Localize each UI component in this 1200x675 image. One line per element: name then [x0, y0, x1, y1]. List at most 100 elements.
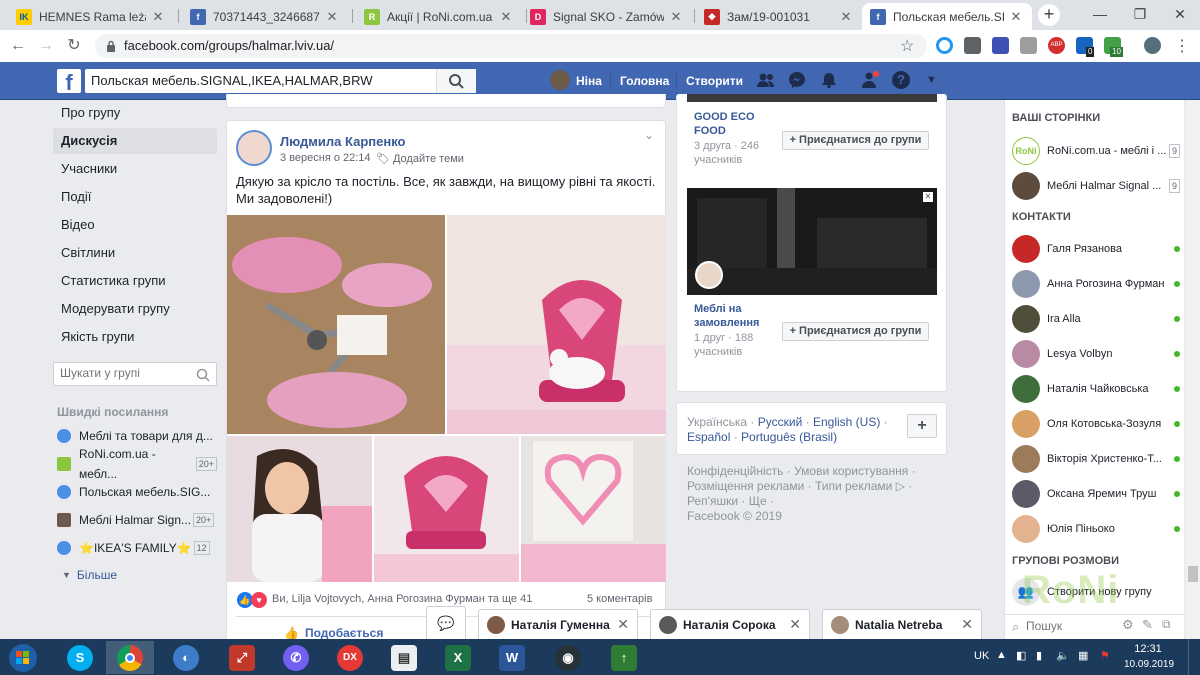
user-name-link[interactable]: Ніна [576, 73, 602, 89]
post-author[interactable]: Людмила Карпенко [280, 134, 406, 149]
nav-moderate-group[interactable]: Модерувати групу [53, 296, 217, 322]
tab-signal[interactable]: D Signal SKO - Zamówieni ✕ [522, 3, 692, 30]
footer-link[interactable]: Розміщення реклами [687, 479, 804, 493]
taskbar-app[interactable]: ↑ [600, 641, 648, 674]
author-avatar[interactable] [236, 130, 272, 166]
bookmark-star-icon[interactable]: ☆ [900, 36, 914, 56]
nav-members[interactable]: Учасники [53, 156, 217, 182]
start-button[interactable] [4, 641, 42, 674]
sidebar-expand-icon[interactable]: ⧉ [1162, 617, 1171, 632]
sidebar-search-input[interactable] [1026, 617, 1116, 635]
tab-order[interactable]: ◆ Зам/19-001031 ✕ [696, 3, 862, 30]
taskbar-chrome[interactable] [106, 641, 154, 674]
chat-close-icon[interactable]: ✕ [789, 616, 801, 633]
suggested-group-cover[interactable] [687, 94, 937, 102]
messenger-icon[interactable] [788, 71, 806, 89]
show-desktop-button[interactable] [1188, 639, 1200, 675]
suggested-group-name[interactable]: GOOD ECO FOOD [694, 110, 764, 138]
tab-close-icon[interactable]: ✕ [150, 9, 166, 25]
user-avatar[interactable] [550, 70, 570, 90]
contact-item[interactable]: Анна Рогозина Фурман [1012, 266, 1180, 301]
post-photo-chair-parts[interactable] [227, 215, 445, 434]
post-options-chevron-icon[interactable]: ⌄ [644, 128, 654, 142]
nav-events[interactable]: Події [53, 184, 217, 210]
language-link[interactable]: English (US) [813, 415, 880, 429]
taskbar-app[interactable]: ▤ [380, 641, 428, 674]
group-search-field[interactable] [53, 362, 217, 386]
new-tab-button[interactable]: + [1038, 4, 1060, 26]
taskbar-skype[interactable]: S [56, 641, 104, 674]
browser-menu-icon[interactable]: ⋮ [1174, 36, 1190, 56]
add-topics-link[interactable]: 🏷 Додайте теми [376, 152, 464, 166]
taskbar-viber[interactable]: ✆ [272, 641, 320, 674]
reload-icon[interactable]: ↻ [62, 34, 86, 58]
reactions-summary[interactable]: Ви, Lilja Vojtovych, Анна Рогозина Фурма… [272, 593, 532, 605]
contact-item[interactable]: Оксана Яремич Труш [1012, 476, 1180, 511]
contact-item[interactable]: Галя Рязанова [1012, 231, 1180, 266]
taskbar-app[interactable]: ◐ [162, 641, 210, 674]
input-language-indicator[interactable]: UK [974, 650, 989, 662]
page-scrollbar[interactable] [1186, 100, 1200, 639]
extension-ring-icon[interactable] [936, 37, 953, 54]
post-photo-heart-pillow[interactable] [521, 436, 666, 582]
search-input[interactable]: Польская мебель.SIGNAL,IKEA,HALMAR,BRW [91, 73, 373, 88]
language-link[interactable]: Português (Brasil) [741, 430, 837, 444]
reaction-icons[interactable]: 👍 ♥ [237, 592, 267, 608]
show-hidden-icons-chevron-icon[interactable]: ▲ [996, 649, 1007, 661]
contact-item[interactable]: Наталія Чайковська [1012, 371, 1180, 406]
shortcut-item[interactable]: ⭐IKEA'S FAMILY⭐ 12 [57, 538, 217, 558]
page-item[interactable]: Меблі Halmar Signal ... 9 [1012, 168, 1180, 203]
back-icon[interactable]: ← [6, 34, 30, 58]
taskbar-app[interactable]: ⤢ [218, 641, 266, 674]
like-button[interactable]: 👍 Подобається [284, 626, 383, 640]
tab-image[interactable]: f 70371443_32466871987 ✕ [182, 3, 348, 30]
suggested-group-name[interactable]: Меблі на замовлення [694, 302, 774, 330]
extension-shield-icon[interactable] [964, 37, 981, 54]
new-message-icon[interactable]: ✎ [1142, 617, 1153, 633]
shortcut-item[interactable]: Меблі та товари для д... [57, 426, 217, 446]
post-photo-chair-with-rabbit[interactable] [447, 215, 666, 434]
tab-close-icon[interactable]: ✕ [1008, 9, 1024, 25]
comments-count[interactable]: 5 коментарів [587, 593, 652, 605]
clock-time[interactable]: 12:31 [1128, 643, 1168, 655]
tab-close-icon[interactable]: ✕ [838, 9, 854, 25]
chat-overflow-icon[interactable]: 💬 [426, 606, 466, 639]
shortcut-item[interactable]: Меблі Halmar Sign... 20+ [57, 510, 217, 530]
close-icon[interactable]: ✕ [923, 192, 933, 202]
minimize-icon[interactable]: — [1080, 0, 1120, 30]
window-close-icon[interactable]: ✕ [1160, 0, 1200, 30]
footer-link[interactable]: Умови користування [794, 464, 908, 478]
maximize-icon[interactable]: ❐ [1120, 0, 1160, 30]
chat-tab[interactable]: Наталія Гуменна ✕ [478, 609, 638, 639]
nav-photos[interactable]: Світлини [53, 240, 217, 266]
tab-close-icon[interactable]: ✕ [324, 9, 340, 25]
chat-tab[interactable]: Natalia Netreba ✕ [822, 609, 982, 639]
contact-item[interactable]: Lesya Volbyn [1012, 336, 1180, 371]
notifications-bell-icon[interactable] [820, 71, 838, 89]
taskbar-app[interactable]: DX [326, 641, 374, 674]
nav-about[interactable]: Про групу [53, 100, 217, 126]
footer-link[interactable]: Типи реклами ▷ [815, 479, 905, 493]
taskbar-app[interactable]: ◉ [544, 641, 592, 674]
extension-square-icon[interactable] [992, 37, 1009, 54]
tab-facebook-group[interactable]: f Польская мебель.SIGNA ✕ [862, 3, 1032, 30]
friend-requests-icon[interactable] [756, 72, 776, 88]
page-item[interactable]: RoNi RoNi.com.ua - меблі і ... 9 [1012, 133, 1180, 168]
contact-item[interactable]: Вікторія Христенко-Т... [1012, 441, 1180, 476]
nav-group-quality[interactable]: Якість групи [53, 324, 217, 350]
chat-close-icon[interactable]: ✕ [961, 616, 973, 633]
contact-item[interactable]: Ira Alla [1012, 301, 1180, 336]
join-group-button[interactable]: + Приєднатися до групи [782, 322, 929, 341]
clock-date[interactable]: 10.09.2019 [1124, 659, 1174, 670]
taskbar-word[interactable]: W [488, 641, 536, 674]
post-photo-girl[interactable] [227, 436, 372, 582]
tab-close-icon[interactable]: ✕ [498, 9, 514, 25]
settings-gear-icon[interactable]: ⚙ [1122, 617, 1134, 633]
adblock-icon[interactable]: ABP [1048, 37, 1065, 54]
network-icon[interactable]: ▦ [1078, 649, 1088, 662]
create-link[interactable]: Створити [686, 73, 743, 89]
tray-app-icon[interactable]: ◧ [1016, 649, 1026, 662]
shortcut-item[interactable]: Польская мебель.SIG... [57, 482, 217, 502]
add-language-button[interactable]: + [907, 414, 937, 438]
tab-close-icon[interactable]: ✕ [668, 9, 684, 25]
